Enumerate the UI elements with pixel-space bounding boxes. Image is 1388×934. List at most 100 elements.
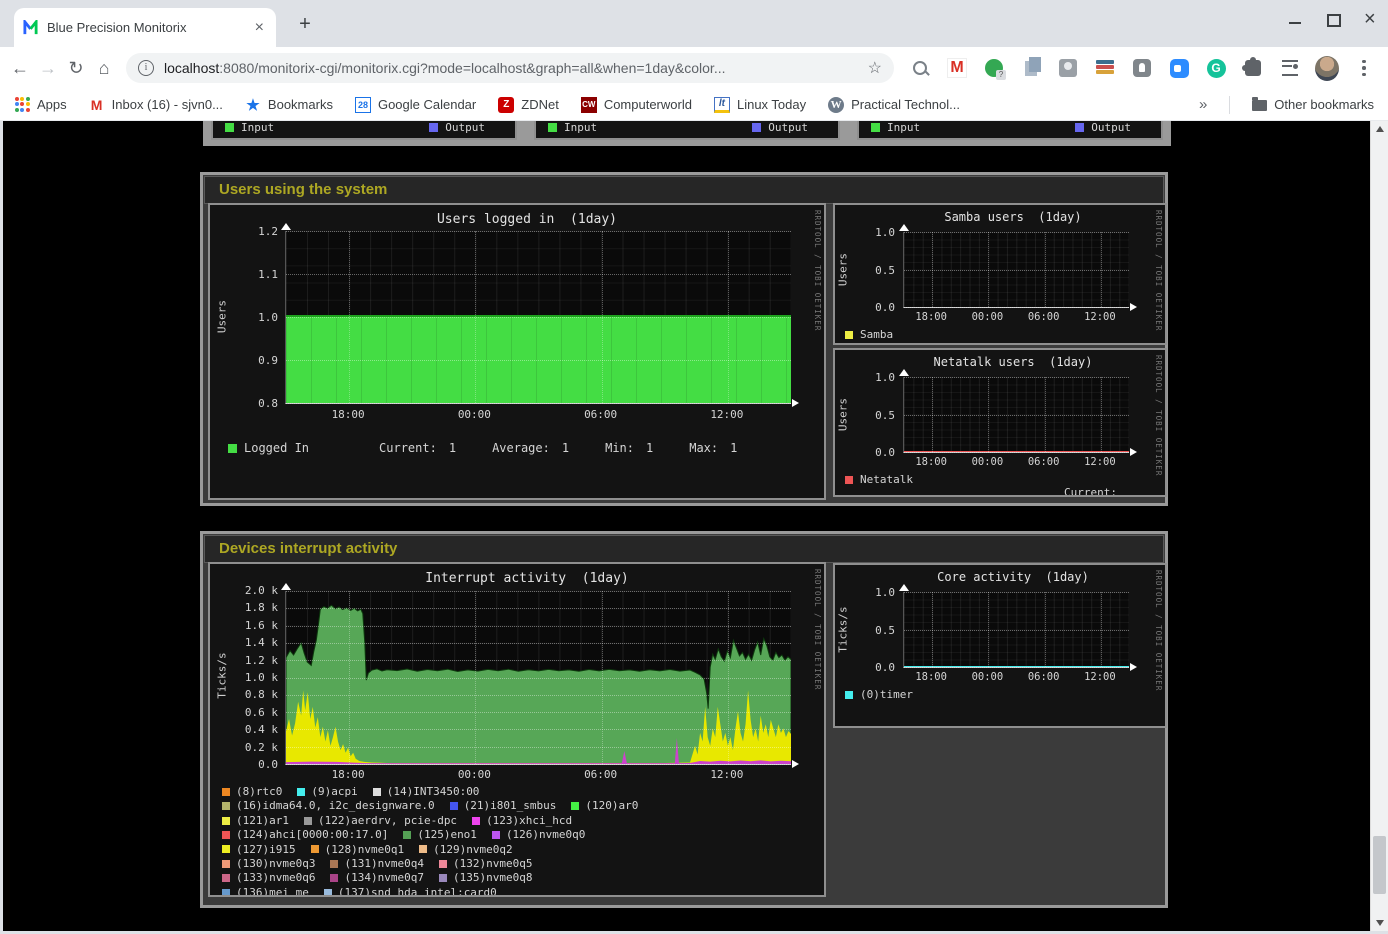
books-extension-icon[interactable] [1093,56,1117,80]
netatalk-users-graph[interactable]: Netatalk users (1day) RRDTOOL / TOBI OET… [833,348,1167,497]
window-close-button[interactable]: × [1364,12,1378,26]
extensions-puzzle-icon[interactable] [1241,56,1265,80]
bookmark-practical-technology[interactable]: W Practical Technol... [828,97,960,113]
window-controls: × [1288,12,1378,26]
gridline-h [904,592,1129,593]
interrupt-legend-item: (130)nvme0q3 [222,857,315,871]
site-info-icon[interactable]: i [138,60,154,76]
y-axis-label: Ticks/s [216,646,229,706]
gridline-v [349,591,350,764]
zoom-camera-extension-icon[interactable] [1167,56,1191,80]
gridline-h [286,660,791,661]
computerworld-icon: CW [581,97,597,113]
legend-swatch [403,831,411,839]
legend-swatch [324,889,332,897]
bookmark-linux-today[interactable]: lt Linux Today [714,97,806,113]
samba-users-graph[interactable]: Samba users (1day) RRDTOOL / TOBI OETIKE… [833,203,1167,345]
tab-strip: Blue Precision Monitorix × + × [0,0,1388,47]
gmail-extension-icon[interactable]: M [945,56,969,80]
playlist-extension-icon[interactable] [1278,56,1302,80]
lamp-extension-icon[interactable] [1130,56,1154,80]
bookmarks-overflow-chevron[interactable]: » [1199,96,1207,113]
rrdtool-watermark: RRDTOOL / TOBI OETIKER [813,569,822,690]
bookmark-zdnet[interactable]: Z ZDNet [498,97,559,113]
maximize-button[interactable] [1326,12,1340,26]
section-users-header: Users using the system [204,176,1164,204]
back-button[interactable]: ← [6,54,34,82]
interrupt-activity-graph[interactable]: Interrupt activity (1day) RRDTOOL / TOBI… [208,562,826,897]
y-tick-labels: 1.0 0.5 0.0 [861,586,895,674]
profile-avatar[interactable] [1315,56,1339,80]
extensions-row: M G [902,56,1382,80]
legend-swatch [222,802,230,810]
bookmark-google-calendar[interactable]: 28 Google Calendar [355,97,476,113]
scrollbar-thumb[interactable] [1373,836,1386,894]
network-graph-panel[interactable]: Input Output [211,121,517,140]
graph-legend: (0)timer [845,688,913,701]
legend-label: (126)nvme0q0 [506,828,585,842]
interrupt-legend-item: (128)nvme0q1 [311,843,404,857]
network-graph-panel[interactable]: Input Output [534,121,840,140]
gridline-h [904,377,1129,378]
section-users: Users using the system Users logged in (… [200,172,1168,506]
star-icon: ★ [245,97,261,113]
minimize-button[interactable] [1288,12,1302,26]
interrupt-legend-item: (133)nvme0q6 [222,871,315,885]
interrupt-legend-row: (133)nvme0q6(134)nvme0q7(135)nvme0q8 [222,871,816,885]
apps-label: Apps [37,97,67,112]
interrupt-legend-item: (136)mei_me [222,886,309,897]
bookmark-bookmarks[interactable]: ★ Bookmarks [245,97,333,113]
bookmark-star-icon[interactable]: ☆ [868,58,882,78]
legend-label: (16)idma64.0, i2c_designware.0 [236,799,435,813]
copy-pages-extension-icon[interactable] [1019,56,1043,80]
stat-min: 1 [646,441,653,455]
interrupt-legend-item: (129)nvme0q2 [419,843,512,857]
phone-extension-icon[interactable] [982,56,1006,80]
wordpress-icon: W [828,97,844,113]
page-scrollbar[interactable] [1370,121,1388,931]
tab-close-icon[interactable]: × [251,20,268,36]
chrome-menu-icon[interactable] [1352,56,1376,80]
bookmark-inbox[interactable]: M Inbox (16) - sjvn0... [89,97,223,113]
search-extension-icon[interactable] [908,56,932,80]
new-tab-button[interactable]: + [292,12,318,38]
address-bar[interactable]: i localhost:8080/monitorix-cgi/monitorix… [126,53,894,83]
scroll-down-arrow[interactable] [1371,915,1388,931]
grammarly-extension-icon[interactable]: G [1204,56,1228,80]
legend-swatch [222,817,230,825]
home-button[interactable]: ⌂ [90,54,118,82]
legend-label: (121)ar1 [236,814,289,828]
gridline-v [1045,232,1046,307]
legend-swatch [311,845,319,853]
bookmark-computerworld[interactable]: CW Computerworld [581,97,692,113]
network-graph-panel[interactable]: Input Output [857,121,1163,140]
legend-label: (131)nvme0q4 [344,857,423,871]
other-bookmarks[interactable]: Other bookmarks [1252,97,1374,112]
rrdtool-watermark: RRDTOOL / TOBI OETIKER [1154,210,1163,331]
reload-button[interactable]: ↻ [62,54,90,82]
scroll-up-arrow[interactable] [1371,121,1388,137]
legend-label: (120)ar0 [585,799,638,813]
core-activity-graph[interactable]: Core activity (1day) RRDTOOL / TOBI OETI… [833,563,1167,728]
legend-swatch [373,788,381,796]
gridline-v [728,591,729,764]
legend-swatch [450,802,458,810]
y-axis-label: Ticks/s [837,600,850,660]
interrupt-legend-item: (124)ahci[0000:00:17.0] [222,828,388,842]
interrupt-legend-row: (8)rtc0(9)acpi(14)INT3450:00 [222,785,816,799]
interrupt-legend-item: (8)rtc0 [222,785,282,799]
gridline-h [286,626,791,627]
gridline-v [932,232,933,307]
x-tick-labels: 18:00 00:00 06:00 12:00 [903,671,1128,683]
browser-tab[interactable]: Blue Precision Monitorix × [14,8,276,47]
forward-button[interactable]: → [34,54,62,82]
apps-shortcut[interactable]: Apps [14,97,67,113]
interrupt-legend: (8)rtc0(9)acpi(14)INT3450:00(16)idma64.0… [222,785,816,897]
graph-title: Samba users (1day) [875,210,1151,224]
browser-toolbar: ← → ↻ ⌂ i localhost:8080/monitorix-cgi/m… [0,47,1388,89]
person-extension-icon[interactable] [1056,56,1080,80]
users-logged-in-graph[interactable]: Users logged in (1day) RRDTOOL / TOBI OE… [208,203,826,500]
url-text: localhost:8080/monitorix-cgi/monitorix.c… [164,60,726,76]
folder-icon [1252,100,1267,111]
gridline-h [286,695,791,696]
